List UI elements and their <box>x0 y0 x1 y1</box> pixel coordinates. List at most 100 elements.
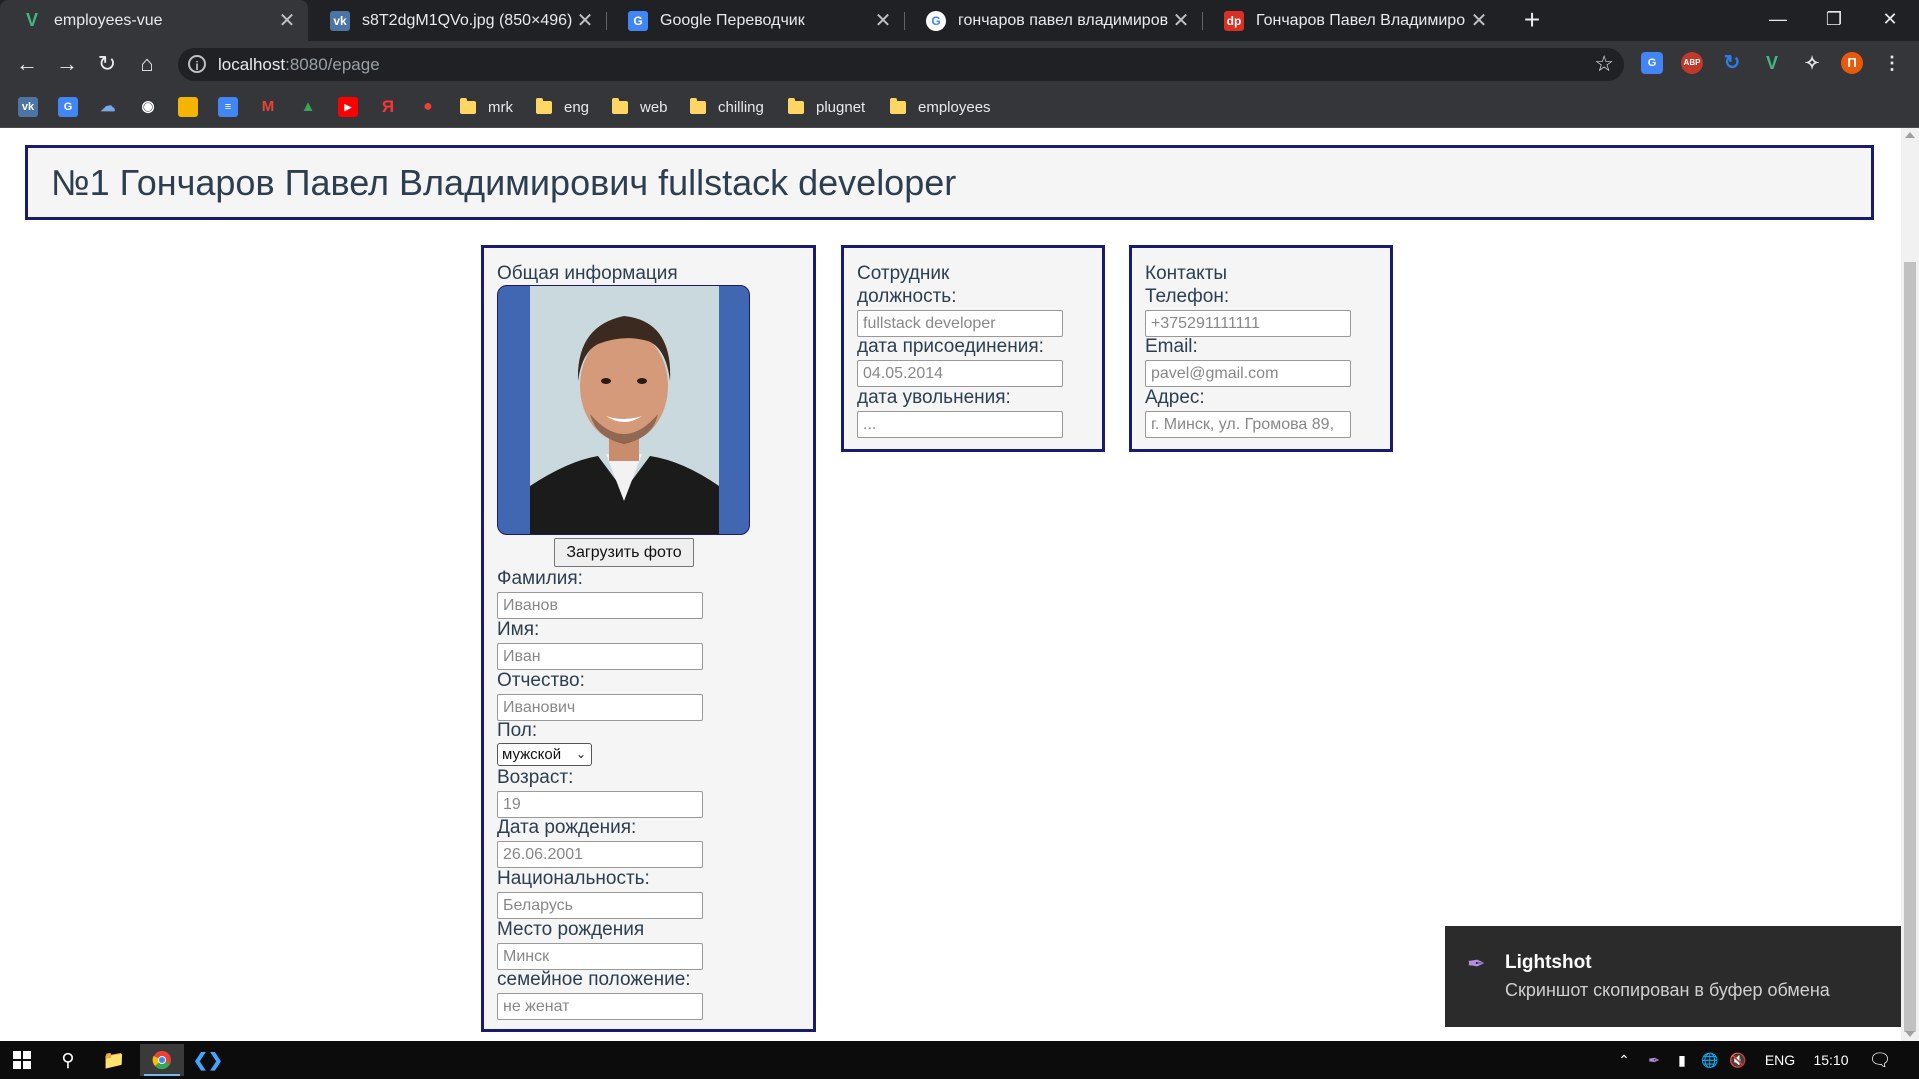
tab-image[interactable]: vk s8T2dgM1QVo.jpg (850×496) ✕ <box>308 0 606 41</box>
bookmark-star-icon[interactable]: ☆ <box>1594 51 1614 77</box>
menu-kebab-icon[interactable]: ⋮ <box>1881 52 1903 74</box>
tab-close-icon[interactable]: ✕ <box>274 8 300 33</box>
gender-select[interactable]: мужской ⌄ <box>497 743 592 766</box>
keep-bookmark-icon[interactable] <box>178 97 198 117</box>
refresh-extension-icon[interactable]: ↻ <box>1721 52 1743 74</box>
bookmark-folder-plugnet[interactable]: plugnet <box>788 95 865 119</box>
scroll-up-icon[interactable] <box>1905 132 1915 138</box>
age-label: Возраст: <box>497 767 574 788</box>
minimize-icon[interactable]: — <box>1750 0 1806 41</box>
birthplace-input[interactable] <box>497 943 703 970</box>
patronymic-input[interactable] <box>497 694 703 721</box>
bookmarks-bar: vk G ☁ ◉ ≡ M ▲ ▶ Я ● mrk eng web chillin… <box>0 87 1919 128</box>
age-input[interactable] <box>497 791 703 818</box>
docs-bookmark-icon[interactable]: ≡ <box>218 97 238 117</box>
gender-label: Пол: <box>497 720 538 741</box>
surname-input[interactable] <box>497 592 703 619</box>
address-bar[interactable]: i localhost:8080/epage ☆ <box>178 48 1624 81</box>
gender-selected-value: мужской <box>502 746 562 763</box>
adblock-extension-icon[interactable]: ABP <box>1681 52 1703 74</box>
name-input[interactable] <box>497 643 703 670</box>
forward-arrow-icon[interactable]: → <box>51 48 83 80</box>
nationality-input[interactable] <box>497 892 703 919</box>
site-info-icon[interactable]: i <box>188 55 206 73</box>
join-date-label: дата присоединения: <box>857 336 1044 357</box>
vk-bookmark-icon[interactable]: vk <box>18 97 38 117</box>
bookmark-folder-label: employees <box>918 98 991 116</box>
contacts-card-title: Контакты <box>1145 263 1228 284</box>
scrollbar-thumb[interactable] <box>1904 262 1916 1032</box>
battery-icon[interactable]: ▮ <box>1668 1041 1696 1079</box>
translate-bookmark-icon[interactable]: G <box>58 97 78 117</box>
tab-google-translate[interactable]: G Google Переводчик ✕ <box>606 0 904 41</box>
tab-employees-vue[interactable]: V employees-vue ✕ <box>0 0 308 41</box>
vue-devtools-icon[interactable]: V <box>1761 52 1783 74</box>
bookmark-folder-eng[interactable]: eng <box>536 95 589 119</box>
chevron-down-icon: ⌄ <box>575 747 586 761</box>
nationality-label: Национальность: <box>497 868 650 889</box>
restore-icon[interactable]: ❐ <box>1806 0 1862 41</box>
tray-chevron-up-icon[interactable]: ⌃ <box>1612 1041 1636 1079</box>
employee-card-title: Сотрудник <box>857 263 950 284</box>
tab-close-icon[interactable]: ✕ <box>870 8 896 33</box>
youtube-bookmark-icon[interactable]: ▶ <box>338 97 358 117</box>
page-scrollbar[interactable] <box>1901 128 1919 1041</box>
profile-avatar[interactable]: П <box>1841 52 1863 74</box>
search-icon[interactable]: ⚲ <box>46 1044 90 1076</box>
address-input[interactable] <box>1145 411 1351 438</box>
join-date-input[interactable] <box>857 360 1063 387</box>
lightshot-tray-icon[interactable]: ✒ <box>1640 1041 1668 1079</box>
maps-pin-bookmark-icon[interactable]: ● <box>418 97 438 117</box>
vscode-taskbar-icon[interactable]: ❮❯ <box>186 1044 230 1076</box>
bookmark-folder-mrk[interactable]: mrk <box>460 95 513 119</box>
clock-time[interactable]: 15:10 <box>1806 1041 1856 1079</box>
tab-title: employees-vue <box>54 11 163 29</box>
patronymic-label: Отчество: <box>497 670 585 691</box>
folder-icon <box>460 97 476 114</box>
tab-close-icon[interactable]: ✕ <box>1168 8 1194 33</box>
url-path: :8080/epage <box>285 55 380 74</box>
windows-start-icon[interactable] <box>0 1044 44 1076</box>
notifications-icon[interactable]: 🗨 <box>1862 1041 1898 1079</box>
birthdate-input[interactable] <box>497 841 703 868</box>
marital-status-input[interactable] <box>497 993 703 1020</box>
home-icon[interactable]: ⌂ <box>131 48 163 80</box>
scroll-down-icon[interactable] <box>1905 1031 1915 1037</box>
back-arrow-icon[interactable]: ← <box>11 48 43 80</box>
lightshot-notification[interactable]: ✒ Lightshot Скриншот скопирован в буфер … <box>1445 926 1901 1027</box>
phone-input[interactable] <box>1145 310 1351 337</box>
chrome-logo-icon <box>152 1051 171 1070</box>
extensions-puzzle-icon[interactable]: ✧ <box>1801 52 1823 74</box>
cloud-bookmark-icon[interactable]: ☁ <box>98 97 118 117</box>
tab-close-icon[interactable]: ✕ <box>572 8 598 33</box>
position-input[interactable] <box>857 310 1063 337</box>
bookmark-folder-chilling[interactable]: chilling <box>690 95 764 119</box>
dp-favicon-icon: dp <box>1224 10 1244 31</box>
network-globe-icon[interactable]: 🌐 <box>1696 1041 1724 1079</box>
file-explorer-icon[interactable]: 📁 <box>92 1044 136 1076</box>
github-bookmark-icon[interactable]: ◉ <box>138 97 158 117</box>
tab-close-icon[interactable]: ✕ <box>1466 8 1492 33</box>
google-translate-extension-icon[interactable]: G <box>1641 52 1663 74</box>
window-close-icon[interactable]: ✕ <box>1862 0 1918 41</box>
folder-icon <box>536 97 552 114</box>
page-title: №1 Гончаров Павел Владимирович fullstack… <box>51 162 957 203</box>
upload-photo-button[interactable]: Загрузить фото <box>554 538 694 567</box>
notification-app-name: Lightshot <box>1505 952 1592 973</box>
new-tab-button[interactable]: + <box>1516 4 1548 36</box>
yandex-bookmark-icon[interactable]: Я <box>378 97 398 117</box>
employee-card: Сотрудник должность: дата присоединения:… <box>841 245 1105 452</box>
reload-icon[interactable]: ↻ <box>91 48 123 80</box>
bookmark-folder-web[interactable]: web <box>612 95 668 119</box>
volume-muted-icon[interactable]: 🔇 <box>1724 1041 1752 1079</box>
drive-bookmark-icon[interactable]: ▲ <box>298 97 318 117</box>
leave-date-input[interactable] <box>857 411 1063 438</box>
email-input[interactable] <box>1145 360 1351 387</box>
tab-profile[interactable]: dp Гончаров Павел Владимирович ✕ <box>1202 0 1500 41</box>
url-text[interactable]: localhost:8080/epage <box>218 55 380 75</box>
tab-google-search[interactable]: G гончаров павел владимирович ✕ <box>904 0 1202 41</box>
gmail-bookmark-icon[interactable]: M <box>258 97 278 117</box>
language-indicator[interactable]: ENG <box>1756 1041 1804 1079</box>
bookmark-folder-employees[interactable]: employees <box>890 95 991 119</box>
chrome-taskbar-icon[interactable] <box>140 1044 184 1076</box>
